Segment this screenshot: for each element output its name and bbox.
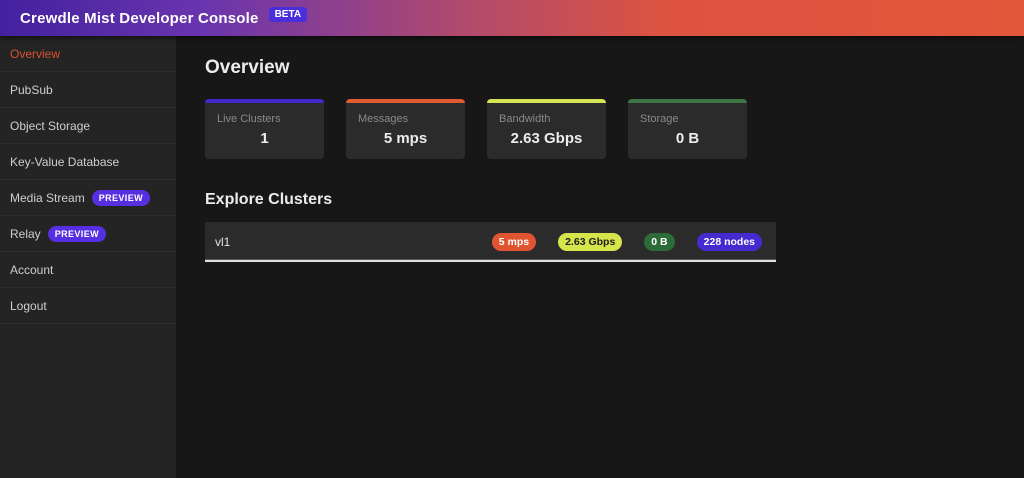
stats-row: Live Clusters 1 Messages 5 mps Bandwidth… <box>205 99 1024 159</box>
sidebar: Overview PubSub Object Storage Key-Value… <box>0 36 176 478</box>
sidebar-item-label: Logout <box>10 298 47 313</box>
cluster-mps-badge: 5 mps <box>491 233 537 251</box>
sidebar-item-label: Media Stream <box>10 190 85 205</box>
page-title: Overview <box>205 57 290 78</box>
stat-value: 2.63 Gbps <box>510 130 583 147</box>
stat-value: 1 <box>260 130 269 147</box>
explore-clusters-title: Explore Clusters <box>205 191 333 208</box>
preview-badge: PREVIEW <box>91 189 151 206</box>
sidebar-item-relay[interactable]: Relay PREVIEW <box>0 216 176 252</box>
sidebar-item-overview[interactable]: Overview <box>0 36 176 72</box>
sidebar-item-object-storage[interactable]: Object Storage <box>0 108 176 144</box>
sidebar-item-label: Account <box>10 262 54 277</box>
beta-badge: BETA <box>268 6 308 22</box>
sidebar-item-label: PubSub <box>10 82 53 97</box>
sidebar-item-key-value-database[interactable]: Key-Value Database <box>0 144 176 180</box>
cluster-row-vl1[interactable]: vl1 5 mps 2.63 Gbps 0 B 228 nodes <box>205 222 776 262</box>
app-layout: Overview PubSub Object Storage Key-Value… <box>0 36 1024 478</box>
cluster-bandwidth-badge: 2.63 Gbps <box>558 233 623 251</box>
cluster-storage-badge: 0 B <box>644 233 675 251</box>
sidebar-item-label: Key-Value Database <box>10 154 120 169</box>
stat-accent-bar <box>487 99 606 103</box>
stat-label: Bandwidth <box>499 113 551 125</box>
sidebar-item-pubsub[interactable]: PubSub <box>0 72 176 108</box>
stat-label: Storage <box>640 113 679 125</box>
cluster-name: vl1 <box>215 235 231 249</box>
app-header: Crewdle Mist Developer Console BETA <box>0 0 1024 36</box>
stat-card-storage: Storage 0 B <box>628 99 747 159</box>
stat-label: Live Clusters <box>217 113 281 125</box>
main-content: Overview Live Clusters 1 Messages 5 mps … <box>176 36 1024 478</box>
cluster-nodes-badge: 228 nodes <box>696 233 762 251</box>
stat-value: 0 B <box>675 130 700 147</box>
stat-accent-bar <box>346 99 465 103</box>
stat-card-live-clusters: Live Clusters 1 <box>205 99 324 159</box>
stat-label: Messages <box>358 113 409 125</box>
app-title: Crewdle Mist Developer Console <box>20 9 259 27</box>
sidebar-item-label: Object Storage <box>10 118 91 133</box>
sidebar-item-media-stream[interactable]: Media Stream PREVIEW <box>0 180 176 216</box>
cluster-badges: 5 mps 2.63 Gbps 0 B 228 nodes <box>491 233 762 251</box>
cluster-row-underline <box>205 259 776 262</box>
sidebar-item-logout[interactable]: Logout <box>0 288 176 324</box>
stat-value: 5 mps <box>383 130 428 147</box>
sidebar-item-label: Relay <box>10 226 41 241</box>
sidebar-item-account[interactable]: Account <box>0 252 176 288</box>
sidebar-item-label: Overview <box>10 46 61 61</box>
stat-accent-bar <box>628 99 747 103</box>
preview-badge: PREVIEW <box>47 225 106 242</box>
stat-accent-bar <box>205 99 324 103</box>
stat-card-bandwidth: Bandwidth 2.63 Gbps <box>487 99 606 159</box>
stat-card-messages: Messages 5 mps <box>346 99 465 159</box>
